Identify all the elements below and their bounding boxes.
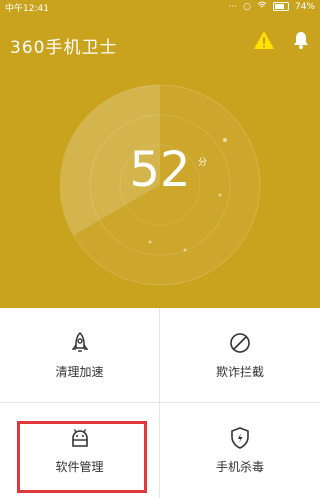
highlight-box xyxy=(17,421,147,493)
block-icon xyxy=(230,332,250,353)
shield-bolt-icon xyxy=(231,427,249,449)
rocket-icon xyxy=(71,331,88,352)
feature-label: 清理加速 xyxy=(55,364,104,379)
battery-text: 74% xyxy=(294,1,315,12)
status-bar: 中午12:41 ··· ○ 74% xyxy=(0,0,320,15)
score-unit: 分 xyxy=(198,158,208,168)
wifi-icon xyxy=(257,1,267,12)
status-right: ··· ○ 74% xyxy=(229,1,315,12)
security-score: 52 xyxy=(129,142,191,198)
bell-icon[interactable] xyxy=(291,30,311,50)
feature-fraud-block[interactable]: 欺诈拦截 xyxy=(160,308,320,403)
feature-label: 手机杀毒 xyxy=(215,460,264,474)
alarm-icon: ○ xyxy=(243,1,251,12)
battery-icon xyxy=(272,2,289,11)
warning-icon[interactable] xyxy=(253,30,275,50)
top-panel: 中午12:41 ··· ○ 74% 360手机卫士 52 分 xyxy=(0,0,320,308)
feature-cleanup[interactable]: 清理加速 xyxy=(0,308,160,403)
feature-label: 欺诈拦截 xyxy=(215,364,264,379)
dots-icon: ··· xyxy=(228,1,238,12)
feature-antivirus[interactable]: 手机杀毒 xyxy=(160,403,320,498)
status-time: 中午12:41 xyxy=(5,4,49,14)
app-title: 360手机卫士 xyxy=(10,38,118,58)
